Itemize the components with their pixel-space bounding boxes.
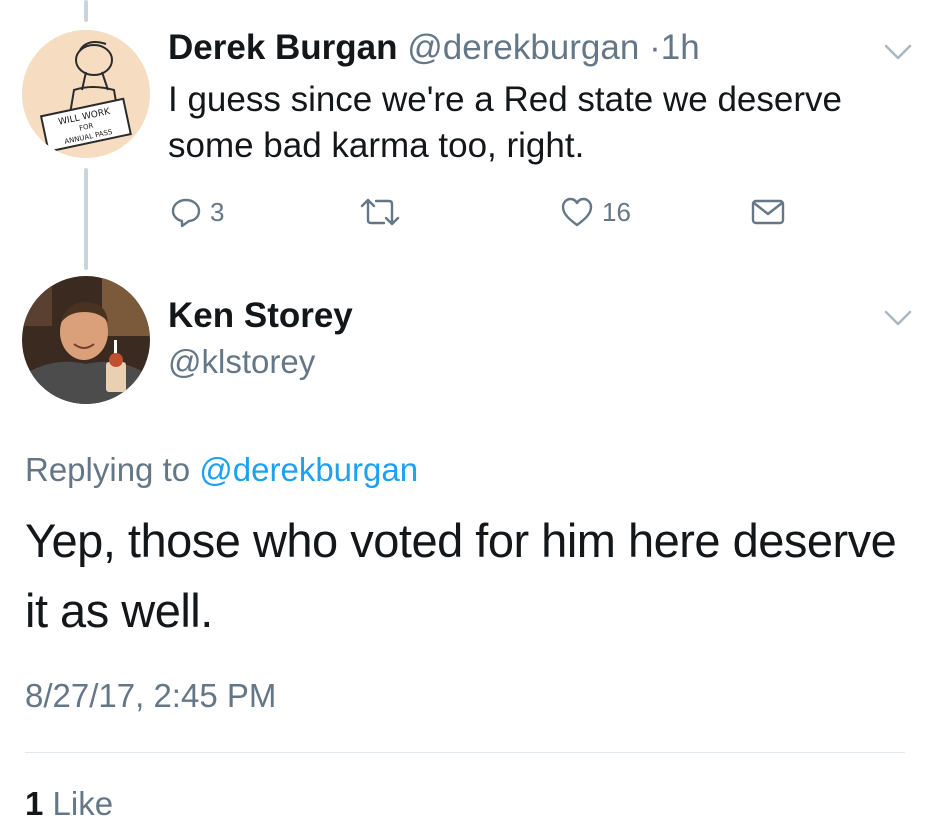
tweet1-separator: ·: [649, 28, 661, 67]
tweet2-timestamp[interactable]: 8/27/17, 2:45 PM: [25, 674, 276, 718]
tweet1-time[interactable]: 1h: [661, 28, 700, 67]
tweet1-display-name[interactable]: Derek Burgan: [168, 28, 398, 67]
like-count: 16: [602, 196, 631, 227]
chevron-down-icon[interactable]: [880, 306, 916, 330]
replying-to-line: Replying to @derekburgan: [25, 448, 418, 492]
reply-count: 3: [210, 196, 225, 227]
replying-to-prefix: Replying to: [25, 451, 191, 488]
tweet1-header: Derek Burgan @derekburgan ·1h: [168, 26, 700, 70]
thread-line-bottom: [84, 168, 88, 270]
thread-line-top: [84, 0, 88, 22]
tweet2-text: Yep, those who voted for him here deserv…: [25, 514, 897, 637]
avatar-sketch-image: WILL WORK FOR ANNUAL PASS: [22, 30, 150, 158]
tweet1-text: I guess since we're a Red state we deser…: [168, 80, 842, 165]
like-icon: [561, 197, 593, 227]
like-button[interactable]: 16: [560, 196, 631, 228]
direct-message-icon: [751, 199, 785, 225]
replying-to-mention[interactable]: @derekburgan: [199, 451, 418, 488]
retweet-icon: [360, 198, 400, 226]
avatar-derek-burgan[interactable]: WILL WORK FOR ANNUAL PASS: [22, 30, 150, 158]
reply-button[interactable]: 3: [170, 196, 224, 228]
tweet2-handle[interactable]: @klstorey: [168, 340, 315, 384]
stats-divider: [25, 752, 905, 753]
avatar-ken-storey[interactable]: [22, 276, 150, 404]
retweet-button[interactable]: [358, 196, 410, 228]
likes-count: 1: [25, 785, 44, 822]
chevron-down-icon[interactable]: [880, 40, 916, 64]
avatar-photo-image: [22, 276, 150, 404]
direct-message-button[interactable]: [750, 196, 786, 228]
tweet2-display-name[interactable]: Ken Storey: [168, 294, 353, 338]
tweet1-handle[interactable]: @derekburgan: [407, 28, 639, 67]
reply-icon: [171, 198, 201, 228]
likes-stat[interactable]: 1 Like: [25, 782, 113, 826]
likes-label: Like: [52, 785, 114, 822]
